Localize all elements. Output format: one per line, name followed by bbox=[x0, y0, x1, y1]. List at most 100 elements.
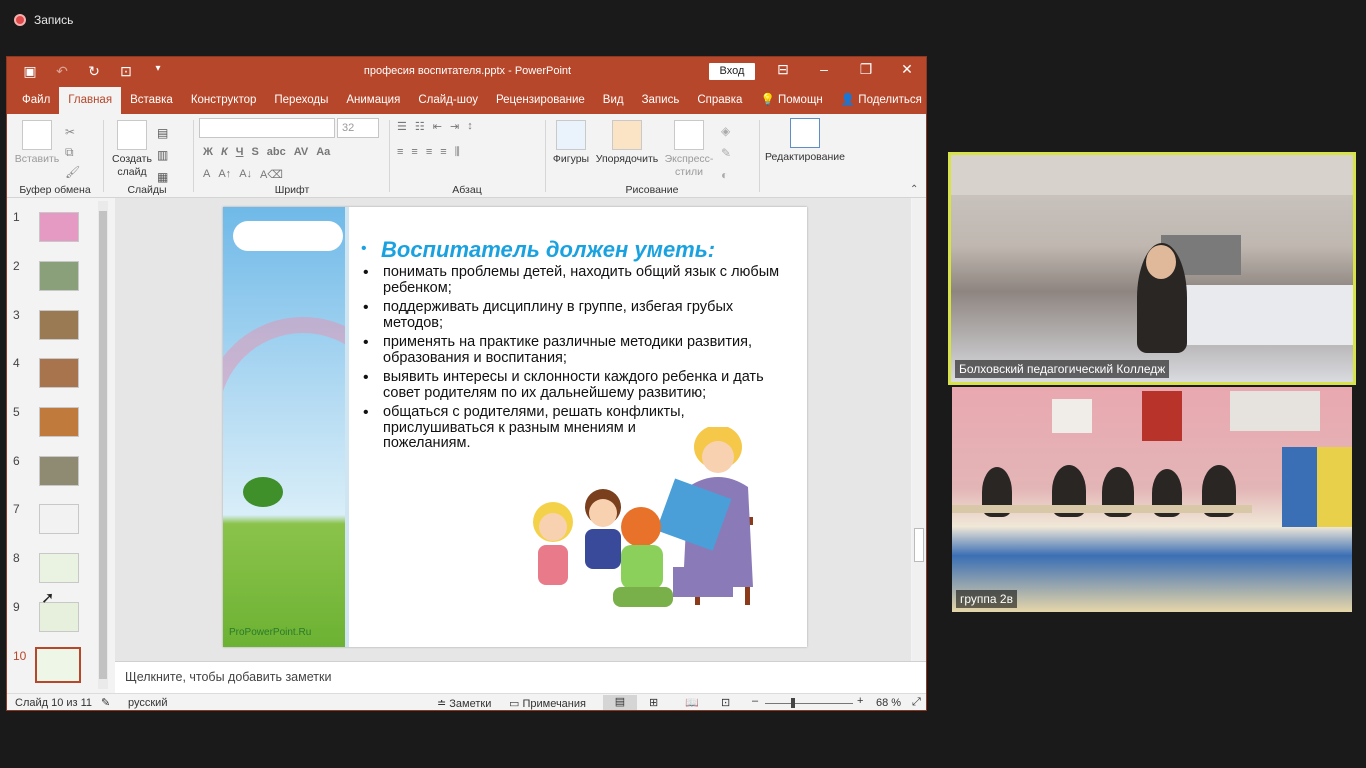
comment-icon: ▭ bbox=[509, 698, 520, 710]
share-label: Поделиться bbox=[858, 94, 922, 106]
title-bar: ▣ ↶ ↻ ⊡ ▾ професия воспитателя.pptx - Po… bbox=[7, 57, 926, 87]
spacing-icon[interactable]: AV bbox=[294, 146, 308, 158]
sorter-view-icon[interactable]: ⊞ bbox=[649, 696, 658, 709]
canvas-scrollbar-thumb[interactable] bbox=[914, 528, 924, 562]
slide-thumbnail-7[interactable] bbox=[39, 504, 79, 534]
zoom-in-icon[interactable]: + bbox=[857, 695, 863, 707]
notes-toggle[interactable]: ≐ Заметки bbox=[437, 697, 491, 710]
tab-design[interactable]: Конструктор bbox=[182, 87, 266, 114]
underline-icon[interactable]: Ч bbox=[236, 146, 244, 158]
font-color-icon[interactable]: A bbox=[203, 168, 210, 181]
mouse-cursor-icon: ➚ bbox=[41, 590, 55, 607]
shape-effects-icon[interactable]: ◐ bbox=[721, 164, 731, 186]
tab-help[interactable]: Справка bbox=[688, 87, 751, 114]
tab-animation[interactable]: Анимация bbox=[337, 87, 409, 114]
outdent-icon[interactable]: ⇥ bbox=[450, 120, 459, 133]
slide-thumbnail-3[interactable] bbox=[39, 310, 79, 340]
tab-review[interactable]: Рецензирование bbox=[487, 87, 594, 114]
comments-toggle[interactable]: ▭ Примечания bbox=[509, 697, 586, 710]
indent-icon[interactable]: ⇤ bbox=[433, 120, 442, 133]
slide-thumbnail-5[interactable] bbox=[39, 407, 79, 437]
zoom-out-icon[interactable]: – bbox=[752, 695, 758, 707]
editing-button[interactable]: Редактирование bbox=[763, 118, 847, 164]
recording-label: Запись bbox=[34, 13, 74, 27]
slide-number: 7 bbox=[13, 502, 20, 516]
notes-label: Заметки bbox=[449, 698, 492, 710]
wall-emblem bbox=[1142, 391, 1182, 441]
line-spacing-icon[interactable]: ↕ bbox=[467, 120, 473, 133]
close-icon[interactable]: ✕ bbox=[895, 61, 919, 78]
justify-icon[interactable]: ≡ bbox=[440, 146, 446, 159]
share-button[interactable]: 👤 Поделиться bbox=[832, 87, 926, 114]
quick-styles-button[interactable]: Экспресс-стили bbox=[661, 120, 717, 179]
participant-name-group: группа 2в bbox=[956, 590, 1017, 608]
tab-file[interactable]: Файл bbox=[13, 87, 59, 114]
grow-font-icon[interactable]: A↑ bbox=[218, 168, 231, 181]
bold-icon[interactable]: Ж bbox=[203, 146, 213, 158]
reset-icon[interactable]: ▥ bbox=[157, 144, 168, 166]
arrange-label: Упорядочить bbox=[595, 153, 659, 165]
zoom-slider-thumb[interactable] bbox=[791, 698, 795, 708]
canvas-scrollbar[interactable] bbox=[912, 198, 926, 661]
bullets-icon[interactable]: ☰ bbox=[397, 120, 407, 133]
shadow-icon[interactable]: abc bbox=[267, 146, 286, 158]
numbering-icon[interactable]: ☷ bbox=[415, 120, 425, 133]
slide-thumbnail-8[interactable] bbox=[39, 553, 79, 583]
video-tile-college[interactable]: Болховский педагогический Колледж bbox=[948, 152, 1356, 385]
fit-slide-icon[interactable]: ⤢ bbox=[912, 696, 921, 709]
cut-icon[interactable]: ✂ bbox=[65, 122, 80, 142]
recording-indicator[interactable]: Запись bbox=[14, 12, 73, 28]
slides-scrollbar-thumb[interactable] bbox=[99, 211, 107, 679]
slide-thumbnail-6[interactable] bbox=[39, 456, 79, 486]
shrink-font-icon[interactable]: A↓ bbox=[239, 168, 252, 181]
notes-icon: ≐ bbox=[437, 698, 447, 710]
shape-fill-icon[interactable]: ◈ bbox=[721, 120, 731, 142]
maximize-icon[interactable]: ❐ bbox=[854, 61, 878, 78]
italic-icon[interactable]: К bbox=[221, 146, 228, 158]
zoom-level[interactable]: 68 % bbox=[876, 697, 901, 709]
align-right-icon[interactable]: ≡ bbox=[426, 146, 432, 159]
separator bbox=[103, 120, 104, 192]
layout-icon[interactable]: ▤ bbox=[157, 122, 168, 144]
slide-thumbnail-10[interactable] bbox=[35, 647, 81, 683]
slide-thumbnail-4[interactable] bbox=[39, 358, 79, 388]
slide-thumbnail-1[interactable] bbox=[39, 212, 79, 242]
signin-button[interactable]: Вход bbox=[709, 63, 755, 80]
accessibility-icon[interactable]: ✎ bbox=[101, 696, 110, 709]
slide-thumbnail-2[interactable] bbox=[39, 261, 79, 291]
arrange-button[interactable]: Упорядочить bbox=[593, 120, 661, 166]
case-icon[interactable]: Aa bbox=[316, 146, 330, 158]
tab-transitions[interactable]: Переходы bbox=[265, 87, 337, 114]
notes-pane[interactable]: Щелкните, чтобы добавить заметки bbox=[115, 661, 926, 693]
video-tile-group[interactable]: группа 2в bbox=[952, 387, 1352, 612]
shapes-button[interactable]: Фигуры bbox=[549, 120, 593, 166]
tab-slideshow[interactable]: Слайд-шоу bbox=[409, 87, 487, 114]
align-left-icon[interactable]: ≡ bbox=[397, 146, 403, 159]
normal-view-icon[interactable]: ▤ bbox=[603, 695, 637, 710]
columns-icon[interactable]: ⫼ bbox=[455, 146, 460, 159]
zoom-slider[interactable] bbox=[765, 703, 853, 704]
align-center-icon[interactable]: ≡ bbox=[411, 146, 417, 159]
current-slide[interactable]: ProPowerPoint.Ru • Воспитатель должен ум… bbox=[223, 207, 807, 647]
new-slide-button[interactable]: Создать слайд bbox=[107, 120, 157, 179]
slide-number: 3 bbox=[13, 308, 20, 322]
format-painter-icon[interactable]: 🖌 bbox=[65, 162, 80, 182]
shape-outline-icon[interactable]: ✎ bbox=[721, 142, 731, 164]
font-size-select[interactable]: 32 bbox=[337, 118, 379, 138]
slideshow-view-icon[interactable]: ⊡ bbox=[721, 696, 730, 709]
collapse-ribbon-icon[interactable]: ⌃ bbox=[910, 184, 918, 195]
paste-button[interactable]: Вставить bbox=[13, 120, 61, 166]
tab-home[interactable]: Главная bbox=[59, 87, 122, 114]
copy-icon[interactable]: ⧉ bbox=[65, 142, 80, 162]
tab-tell-me[interactable]: 💡 Помощн bbox=[751, 87, 831, 114]
tab-view[interactable]: Вид bbox=[594, 87, 633, 114]
tab-insert[interactable]: Вставка bbox=[121, 87, 182, 114]
reading-view-icon[interactable]: 📖 bbox=[685, 696, 699, 709]
tab-record[interactable]: Запись bbox=[633, 87, 689, 114]
minimize-icon[interactable]: – bbox=[812, 61, 836, 77]
clear-format-icon[interactable]: A⌫ bbox=[260, 168, 283, 181]
font-family-select[interactable] bbox=[199, 118, 335, 138]
language-indicator[interactable]: русский bbox=[128, 697, 167, 709]
strikethrough-icon[interactable]: S bbox=[251, 146, 258, 158]
ribbon-display-icon[interactable]: ⊟ bbox=[771, 61, 795, 78]
